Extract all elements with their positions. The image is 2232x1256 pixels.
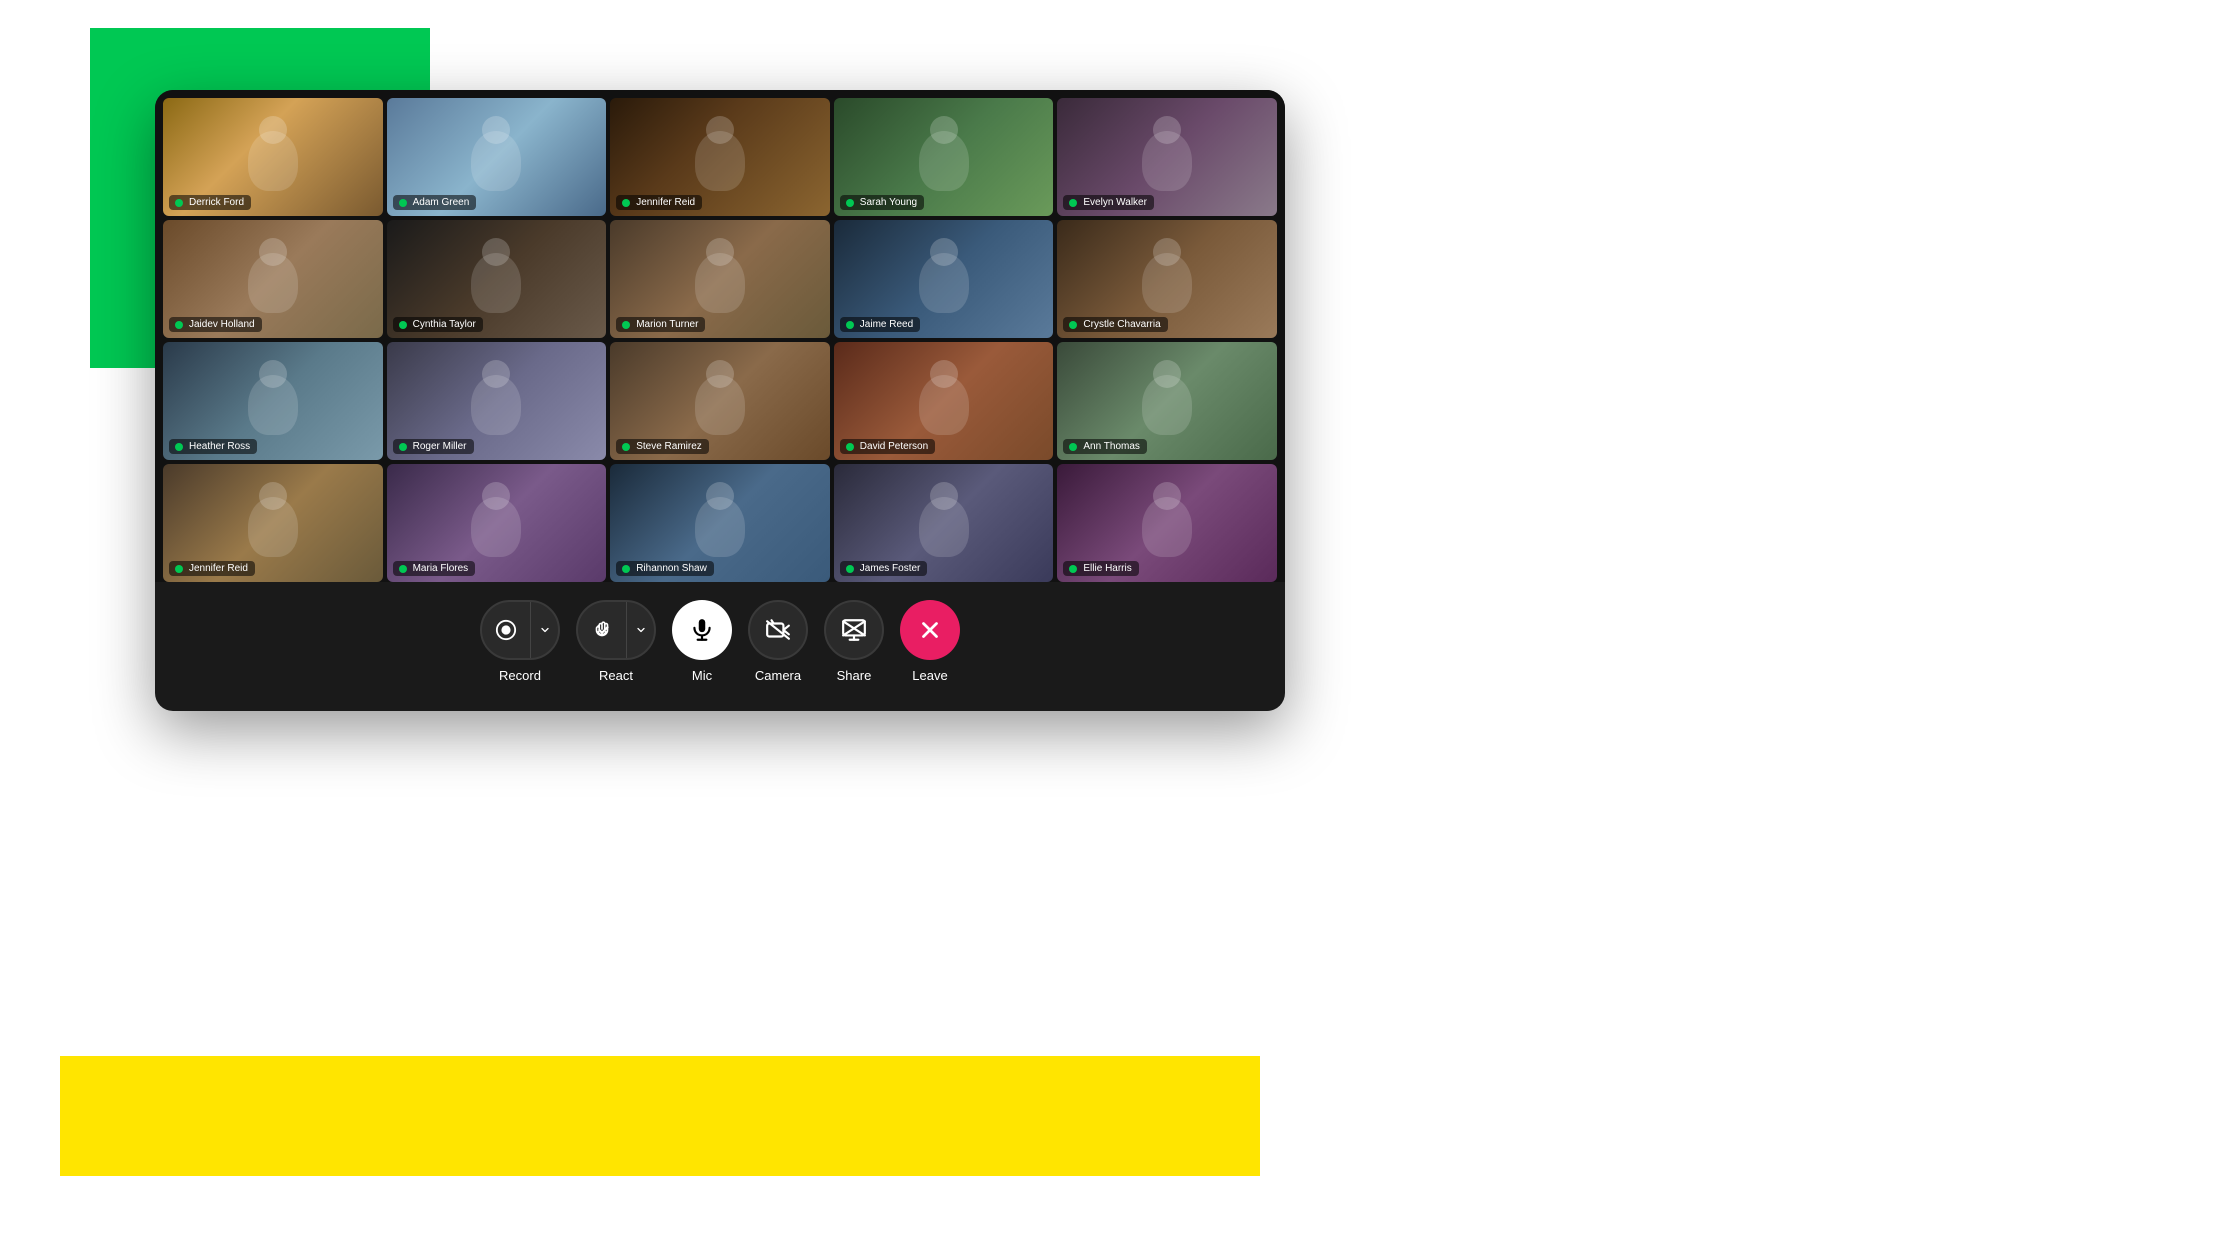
participant-tile-9[interactable]: Jaime Reed <box>834 220 1054 338</box>
record-button[interactable] <box>482 600 530 660</box>
controls-bar: Record React <box>155 582 1285 691</box>
leave-control: Leave <box>900 600 960 683</box>
participant-tile-18[interactable]: Rihannon Shaw <box>610 464 830 582</box>
react-label: React <box>599 668 633 683</box>
participant-name-1: Derrick Ford <box>169 195 251 210</box>
participant-name-11: Heather Ross <box>169 439 257 454</box>
participant-tile-8[interactable]: Marion Turner <box>610 220 830 338</box>
mic-control: Mic <box>672 600 732 683</box>
participant-tile-4[interactable]: Sarah Young <box>834 98 1054 216</box>
participant-tile-3[interactable]: Jennifer Reid <box>610 98 830 216</box>
mic-label: Mic <box>692 668 712 683</box>
participant-name-5: Evelyn Walker <box>1063 195 1154 210</box>
leave-button[interactable] <box>900 600 960 660</box>
participant-tile-11[interactable]: Heather Ross <box>163 342 383 460</box>
participant-tile-12[interactable]: Roger Miller <box>387 342 607 460</box>
participant-tile-2[interactable]: Adam Green <box>387 98 607 216</box>
video-grid: Derrick Ford Adam Green Jennifer Reid Sa… <box>155 90 1285 582</box>
participant-name-2: Adam Green <box>393 195 477 210</box>
record-label: Record <box>499 668 541 683</box>
participant-name-14: David Peterson <box>840 439 935 454</box>
participant-name-6: Jaidev Holland <box>169 317 262 332</box>
participant-name-4: Sarah Young <box>840 195 924 210</box>
participant-tile-17[interactable]: Maria Flores <box>387 464 607 582</box>
participant-name-13: Steve Ramirez <box>616 439 709 454</box>
participant-tile-7[interactable]: Cynthia Taylor <box>387 220 607 338</box>
participant-tile-1[interactable]: Derrick Ford <box>163 98 383 216</box>
video-call-container: Derrick Ford Adam Green Jennifer Reid Sa… <box>155 90 1285 711</box>
participant-name-7: Cynthia Taylor <box>393 317 483 332</box>
record-button-group[interactable] <box>480 600 560 660</box>
participant-name-10: Crystle Chavarria <box>1063 317 1167 332</box>
participant-tile-14[interactable]: David Peterson <box>834 342 1054 460</box>
record-control: Record <box>480 600 560 683</box>
participant-name-20: Ellie Harris <box>1063 561 1138 576</box>
participant-tile-6[interactable]: Jaidev Holland <box>163 220 383 338</box>
react-control: React <box>576 600 656 683</box>
share-label: Share <box>837 668 872 683</box>
record-chevron-button[interactable] <box>530 600 558 660</box>
participant-name-8: Marion Turner <box>616 317 705 332</box>
participant-tile-5[interactable]: Evelyn Walker <box>1057 98 1277 216</box>
participant-tile-15[interactable]: Ann Thomas <box>1057 342 1277 460</box>
react-button[interactable] <box>578 600 626 660</box>
react-chevron-button[interactable] <box>626 600 654 660</box>
bg-yellow-bar <box>60 1056 1260 1176</box>
participant-tile-13[interactable]: Steve Ramirez <box>610 342 830 460</box>
share-button[interactable] <box>824 600 884 660</box>
participant-tile-16[interactable]: Jennifer Reid <box>163 464 383 582</box>
participant-name-17: Maria Flores <box>393 561 476 576</box>
participant-tile-20[interactable]: Ellie Harris <box>1057 464 1277 582</box>
camera-control: Camera <box>748 600 808 683</box>
participant-name-16: Jennifer Reid <box>169 561 255 576</box>
share-control: Share <box>824 600 884 683</box>
react-button-group[interactable] <box>576 600 656 660</box>
participant-name-9: Jaime Reed <box>840 317 920 332</box>
leave-label: Leave <box>912 668 947 683</box>
camera-button[interactable] <box>748 600 808 660</box>
participant-name-3: Jennifer Reid <box>616 195 702 210</box>
participant-name-15: Ann Thomas <box>1063 439 1147 454</box>
participant-name-12: Roger Miller <box>393 439 474 454</box>
participant-name-18: Rihannon Shaw <box>616 561 714 576</box>
participant-tile-10[interactable]: Crystle Chavarria <box>1057 220 1277 338</box>
participant-name-19: James Foster <box>840 561 928 576</box>
camera-label: Camera <box>755 668 801 683</box>
participant-tile-19[interactable]: James Foster <box>834 464 1054 582</box>
mic-button[interactable] <box>672 600 732 660</box>
